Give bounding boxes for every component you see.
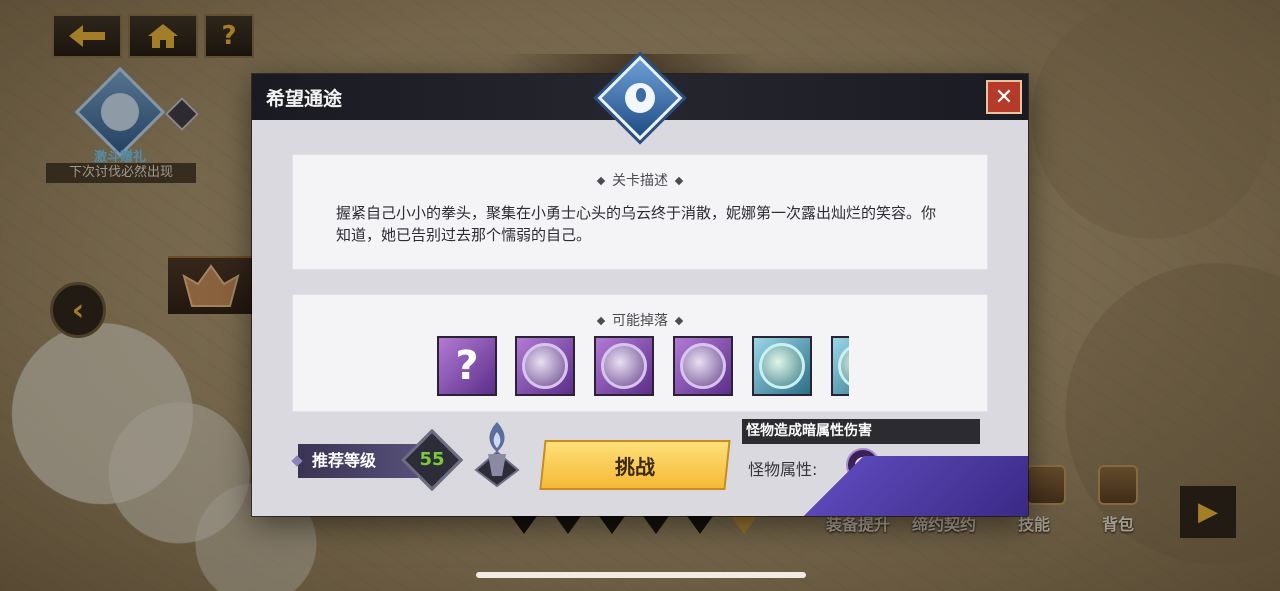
monster-damage-tooltip: 怪物造成暗属性伤害: [742, 419, 980, 444]
card-portrait-icon: [680, 343, 726, 389]
stage-dialog: 希望通途 ✕ 关卡描述 握紧自己小小的拳头，聚集在小勇士心头的乌云终于消散，妮娜…: [252, 55, 1028, 516]
home-indicator: [476, 572, 806, 578]
dialog-header: 希望通途 ✕: [252, 55, 1028, 141]
drop-item[interactable]: [594, 336, 654, 396]
card-portrait-icon: [522, 343, 568, 389]
close-button[interactable]: ✕: [986, 80, 1022, 114]
challenge-button[interactable]: 挑战: [539, 440, 731, 490]
drop-item[interactable]: [831, 336, 849, 396]
drop-item[interactable]: [515, 336, 575, 396]
dialog-title: 希望通途: [266, 88, 343, 110]
torch-icon: [468, 418, 526, 488]
dark-attribute-icon[interactable]: [846, 448, 880, 482]
description-header: 关卡描述: [292, 170, 988, 190]
recommend-level-label: 推荐等级: [298, 444, 418, 478]
description-panel: 关卡描述 握紧自己小小的拳头，聚集在小勇士心头的乌云终于消散，妮娜第一次露出灿烂…: [292, 154, 988, 270]
recommend-level-value: 55: [419, 449, 445, 470]
close-icon: ✕: [994, 84, 1014, 110]
drops-header: 可能掉落: [292, 310, 988, 330]
card-portrait-icon: [759, 343, 805, 389]
drops-panel: 可能掉落 ?: [292, 294, 988, 412]
question-mark-icon: ?: [455, 343, 479, 389]
drop-item[interactable]: [752, 336, 812, 396]
description-text: 握紧自己小小的拳头，聚集在小勇士心头的乌云终于消散，妮娜第一次露出灿烂的笑容。你…: [336, 204, 937, 244]
card-portrait-icon: [838, 343, 849, 389]
monster-attribute-label: 怪物属性:: [748, 460, 818, 479]
drop-item-unknown[interactable]: ?: [437, 336, 497, 396]
drop-list: ?: [437, 336, 849, 400]
card-portrait-icon: [601, 343, 647, 389]
drop-item[interactable]: [673, 336, 733, 396]
